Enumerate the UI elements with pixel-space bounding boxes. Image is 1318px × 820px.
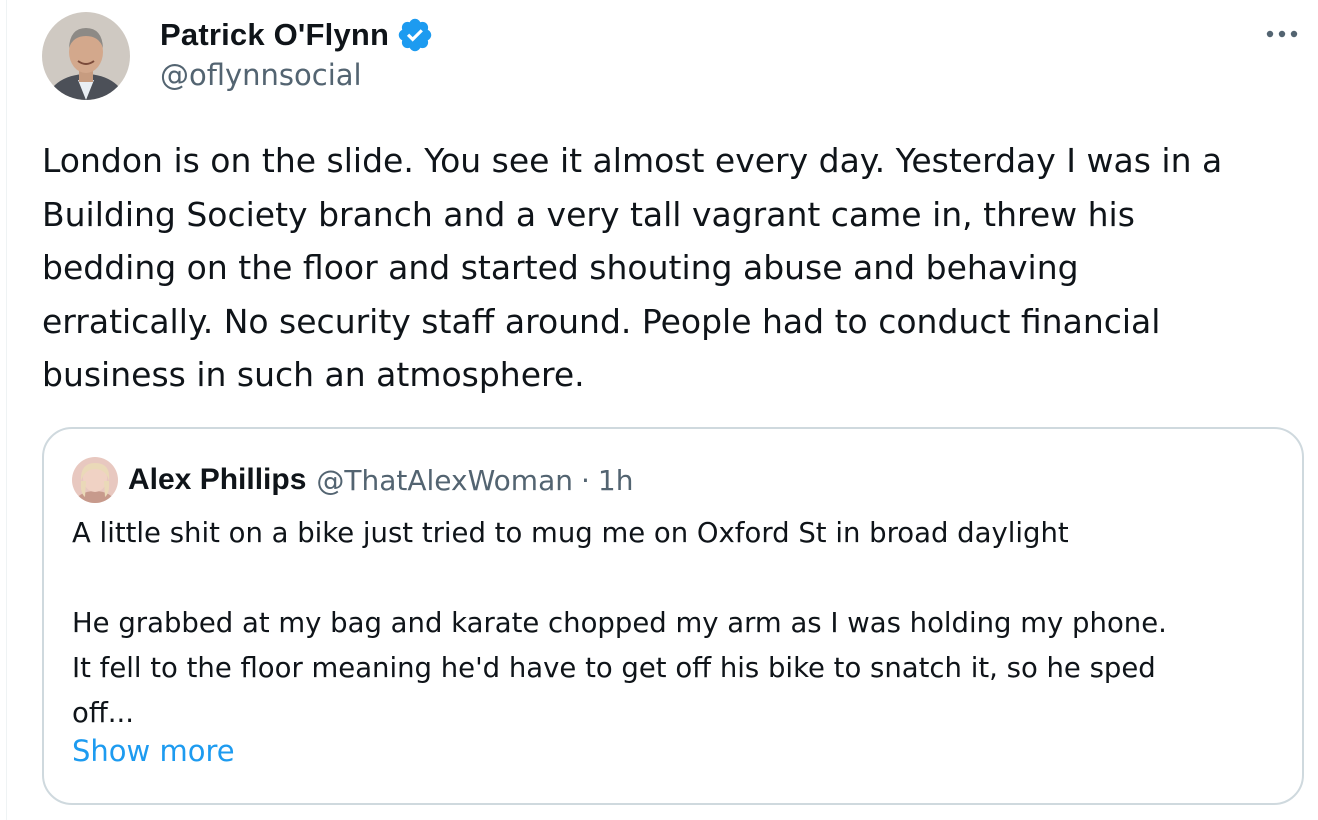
author-avatar[interactable] [42, 12, 130, 100]
more-options-button[interactable] [1262, 20, 1302, 48]
quoted-author-avatar[interactable] [72, 457, 118, 503]
person-photo-avatar-icon [42, 12, 130, 100]
tweet-text: London is on the slide. You see it almos… [42, 141, 1223, 394]
more-horizontal-icon [1266, 30, 1298, 38]
author-name[interactable]: Patrick O'Flynn [160, 17, 389, 53]
show-more-link[interactable]: Show more [72, 734, 235, 768]
quoted-tweet-card[interactable]: Alex Phillips @ThatAlexWoman · 1h A litt… [42, 427, 1304, 805]
quoted-tweet-text: A little shit on a bike just tried to mu… [72, 517, 1167, 729]
quoted-author-handle[interactable]: @ThatAlexWoman [316, 464, 573, 497]
quoted-tweet-time[interactable]: 1h [598, 464, 634, 497]
meta-separator: · [580, 463, 590, 497]
verified-badge-icon [396, 16, 434, 54]
author-handle[interactable]: @oflynnsocial [160, 58, 362, 92]
quoted-author-name[interactable]: Alex Phillips [128, 463, 306, 497]
timeline-divider [6, 0, 7, 820]
person-photo-avatar-icon [72, 457, 118, 503]
